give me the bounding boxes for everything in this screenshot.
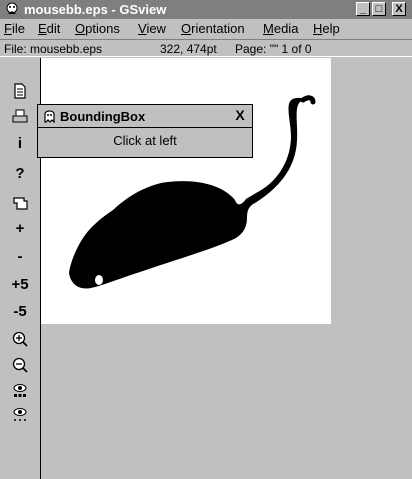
menu-bar: File Edit Options View Orientation Media… <box>0 19 412 39</box>
menu-help[interactable]: Help <box>313 21 340 36</box>
menu-file[interactable]: File <box>4 21 25 36</box>
gsview-ghost-icon <box>44 110 55 123</box>
find-text-button[interactable] <box>6 380 34 401</box>
menu-options-label: ptions <box>85 21 120 36</box>
printer-icon <box>12 109 28 123</box>
find-next-button[interactable] <box>6 404 34 425</box>
eye-abc-icon <box>13 384 27 397</box>
status-bar: File: mousebb.eps 322, 474pt Page: "" 1 … <box>0 39 412 57</box>
menu-media-accel: M <box>263 21 274 36</box>
magnifier-minus-icon <box>12 357 28 373</box>
zoom-out-button[interactable] <box>6 354 34 375</box>
document-icon <box>14 83 26 99</box>
menu-help-label: elp <box>322 21 340 36</box>
close-button[interactable]: X <box>392 2 406 16</box>
status-file: File: mousebb.eps <box>4 42 103 56</box>
next-page-button[interactable]: + <box>6 218 34 239</box>
print-button[interactable] <box>6 106 34 127</box>
menu-edit-accel: E <box>38 21 47 36</box>
open-file-button[interactable] <box>6 80 34 101</box>
gsview-app-icon[interactable] <box>5 2 19 16</box>
eye-dots-icon <box>13 408 27 421</box>
window-title: mousebb.eps - GSview <box>24 2 167 17</box>
menu-file-label: ile <box>11 21 25 36</box>
dialog-close-button[interactable]: X <box>232 108 248 124</box>
skip-forward-5-button[interactable]: +5 <box>6 274 34 295</box>
menu-media-label: edia <box>273 21 299 36</box>
goto-page-button[interactable] <box>6 192 34 213</box>
menu-edit-label: dit <box>46 21 61 36</box>
menu-orientation-accel: O <box>181 21 192 36</box>
pointing-hand-icon <box>13 197 28 210</box>
menu-view[interactable]: View <box>138 21 166 36</box>
menu-orientation-label: rientation <box>191 21 245 36</box>
menu-file-accel: F <box>4 21 12 36</box>
menu-options[interactable]: Options <box>75 21 120 36</box>
gsview-window: mousebb.eps - GSview _ □ X File Edit Opt… <box>0 0 412 479</box>
menu-view-label: iew <box>146 21 166 36</box>
status-page: Page: "" 1 of 0 <box>235 42 312 56</box>
menu-options-accel: O <box>75 21 86 36</box>
previous-page-button[interactable]: - <box>6 246 34 267</box>
document-canvas[interactable] <box>41 58 331 324</box>
minimize-button[interactable]: _ <box>356 2 370 16</box>
menu-orientation[interactable]: Orientation <box>181 21 245 36</box>
help-button[interactable]: ? <box>6 163 34 184</box>
dialog-title-bar[interactable]: BoundingBox X <box>38 105 252 128</box>
maximize-button[interactable]: □ <box>372 2 386 16</box>
menu-help-accel: H <box>313 21 323 36</box>
status-coords: 322, 474pt <box>160 42 217 56</box>
menu-media[interactable]: Media <box>263 21 298 36</box>
title-bar[interactable]: mousebb.eps - GSview _ □ X <box>0 0 412 19</box>
info-button[interactable]: i <box>6 133 34 154</box>
dialog-message: Click at left <box>113 133 177 148</box>
left-toolbar: i ? + - +5 -5 <box>0 58 40 479</box>
zoom-in-button[interactable] <box>6 328 34 349</box>
boundingbox-dialog: BoundingBox X Click at left <box>37 104 253 158</box>
mouse-silhouette-image <box>69 95 316 289</box>
menu-edit[interactable]: Edit <box>38 21 60 36</box>
dialog-title: BoundingBox <box>60 109 146 124</box>
magnifier-plus-icon <box>12 331 28 347</box>
skip-back-5-button[interactable]: -5 <box>6 301 34 322</box>
